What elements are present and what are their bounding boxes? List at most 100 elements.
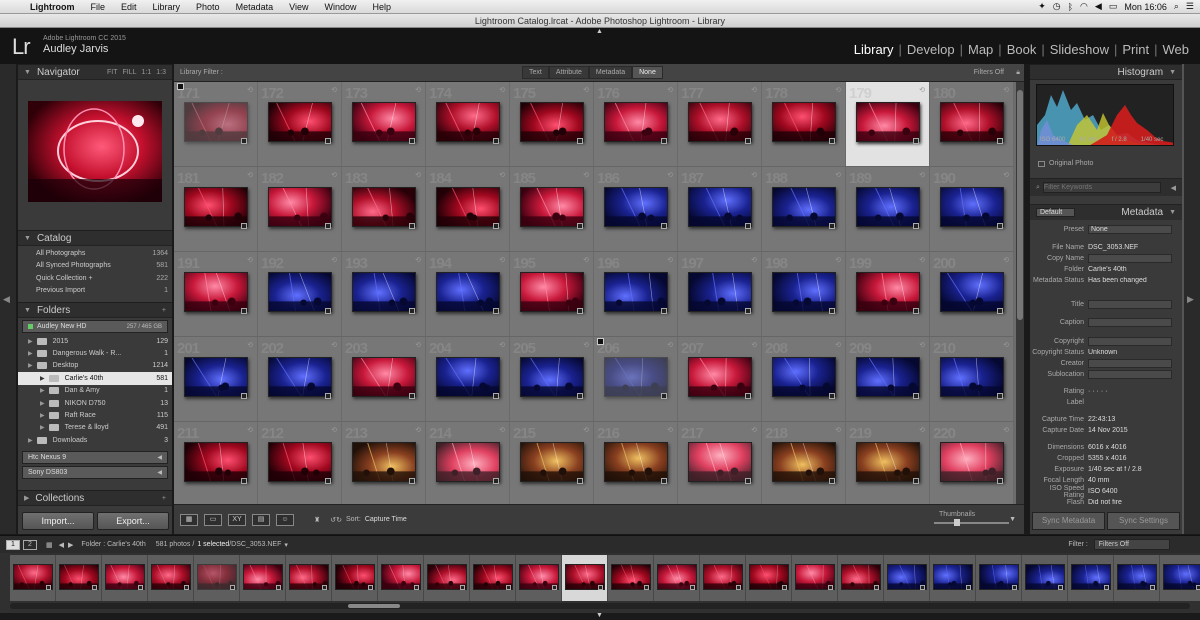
wifi-icon[interactable]: ◠: [1080, 1, 1088, 12]
rotate-badge-icon[interactable]: ⟲: [835, 426, 841, 434]
filmstrip-cell[interactable]: [1022, 555, 1068, 601]
edit-badge-icon[interactable]: [745, 308, 751, 314]
edit-badge-icon[interactable]: [661, 393, 667, 399]
survey-view-icon[interactable]: ▤: [252, 513, 270, 526]
navigator-preview[interactable]: [28, 101, 162, 202]
grid-cell[interactable]: 175 ⟲: [510, 82, 594, 167]
edit-badge-icon[interactable]: [325, 393, 331, 399]
rotate-badge-icon[interactable]: ⟲: [499, 86, 505, 94]
grid-cell[interactable]: 207 ⟲: [678, 337, 762, 422]
monitor-2-button[interactable]: 2: [23, 539, 37, 550]
filmstrip-cell[interactable]: [332, 555, 378, 601]
rotate-badge-icon[interactable]: ⟲: [1003, 171, 1009, 179]
rotate-badge-icon[interactable]: ⟲: [499, 171, 505, 179]
rotate-badge-icon[interactable]: ⟲: [1003, 256, 1009, 264]
folder-disclosure-icon[interactable]: ▶: [40, 387, 45, 394]
edit-badge-icon[interactable]: [493, 223, 499, 229]
filter-attribute[interactable]: Attribute: [548, 66, 589, 79]
photo-thumbnail[interactable]: [772, 272, 836, 312]
folder-disclosure-icon[interactable]: ▶: [28, 362, 33, 369]
drive-audley[interactable]: Audley New HD 257 / 465 GB: [22, 320, 168, 333]
edit-badge-icon[interactable]: [661, 223, 667, 229]
rotate-badge-icon[interactable]: ⟲: [667, 426, 673, 434]
rotate-badge-icon[interactable]: ⟲: [751, 341, 757, 349]
rotate-badge-icon[interactable]: ⟲: [499, 341, 505, 349]
filter-lock-icon[interactable]: 🔒︎: [1016, 69, 1020, 77]
rotate-badge-icon[interactable]: ⟲: [331, 256, 337, 264]
photo-thumbnail[interactable]: [604, 272, 668, 312]
rotate-badge-icon[interactable]: ⟲: [751, 426, 757, 434]
edit-badge-icon[interactable]: [409, 138, 415, 144]
rotate-badge-icon[interactable]: ⟲: [835, 171, 841, 179]
photo-thumbnail[interactable]: [604, 187, 668, 227]
grid-cell[interactable]: 178 ⟲: [762, 82, 846, 167]
grid-scrollbar[interactable]: [1016, 82, 1024, 504]
left-panel-toggle-icon[interactable]: ◀: [3, 294, 10, 305]
photo-thumbnail[interactable]: [688, 102, 752, 142]
grid-cell[interactable]: 173 ⟲: [342, 82, 426, 167]
menu-app[interactable]: Lightroom: [22, 2, 83, 12]
rotate-badge-icon[interactable]: ⟲: [583, 171, 589, 179]
filmstrip-cell[interactable]: [470, 555, 516, 601]
keyword-disclosure-icon[interactable]: ◀: [1171, 184, 1176, 192]
filmstrip-scrollbar[interactable]: [10, 603, 1190, 609]
edit-badge-icon[interactable]: [745, 393, 751, 399]
metadata-disclosure-icon[interactable]: ▼: [1169, 209, 1176, 216]
grid-cell[interactable]: 197 ⟲: [678, 252, 762, 337]
meta-value[interactable]: [1088, 300, 1172, 309]
menu-view[interactable]: View: [281, 2, 316, 12]
grid-cell[interactable]: 191 ⟲: [174, 252, 258, 337]
filmstrip-cell[interactable]: [194, 555, 240, 601]
photo-thumbnail[interactable]: [856, 102, 920, 142]
photo-thumbnail[interactable]: [268, 102, 332, 142]
rotate-badge-icon[interactable]: ⟲: [835, 256, 841, 264]
metadata-preset-dropdown[interactable]: Default: [1036, 208, 1076, 217]
edit-badge-icon[interactable]: [325, 223, 331, 229]
edit-badge-icon[interactable]: [997, 223, 1003, 229]
filmstrip-cell[interactable]: [838, 555, 884, 601]
histogram-disclosure-icon[interactable]: ▼: [1169, 69, 1176, 76]
rotate-badge-icon[interactable]: ⟲: [1003, 426, 1009, 434]
rotate-badge-icon[interactable]: ⟲: [919, 341, 925, 349]
rotate-badge-icon[interactable]: ⟲: [247, 256, 253, 264]
filmstrip-cell[interactable]: [746, 555, 792, 601]
device-sony[interactable]: Sony DS803 ◀: [22, 465, 168, 479]
add-folder-icon[interactable]: +: [162, 307, 166, 314]
rotate-badge-icon[interactable]: ⟲: [331, 426, 337, 434]
grid-cell[interactable]: 181 ⟲: [174, 167, 258, 252]
grid-cell[interactable]: 208 ⟲: [762, 337, 846, 422]
filmstrip-thumbnail[interactable]: [1163, 564, 1200, 590]
compare-view-icon[interactable]: XY: [228, 513, 246, 526]
rotate-badge-icon[interactable]: ⟲: [415, 86, 421, 94]
right-panel-scrollbar[interactable]: [1182, 64, 1184, 534]
grid-cell[interactable]: 205 ⟲: [510, 337, 594, 422]
zoom-fill[interactable]: FILL: [123, 69, 137, 76]
grid-cell[interactable]: 189 ⟲: [846, 167, 930, 252]
catalog-disclosure-icon[interactable]: ▼: [24, 235, 31, 242]
edit-badge-icon[interactable]: [493, 478, 499, 484]
filmstrip-cell[interactable]: [1160, 555, 1200, 601]
folder-item[interactable]: ▶ Raft Race 115: [18, 409, 172, 421]
folder-item[interactable]: ▶ Dangerous Walk - R... 1: [18, 347, 172, 359]
notification-icon[interactable]: ☰: [1186, 1, 1194, 12]
edit-badge-icon[interactable]: [577, 308, 583, 314]
photo-thumbnail[interactable]: [856, 187, 920, 227]
folder-item[interactable]: ▶ NIKON D750 13: [18, 397, 172, 409]
folder-disclosure-icon[interactable]: ▶: [40, 400, 45, 407]
export-button[interactable]: Export...: [97, 512, 169, 530]
photo-thumbnail[interactable]: [940, 442, 1004, 482]
folder-disclosure-icon[interactable]: ▶: [40, 375, 45, 382]
meta-value[interactable]: [1088, 359, 1172, 368]
rotate-badge-icon[interactable]: ⟲: [835, 86, 841, 94]
top-panel-toggle-icon[interactable]: ▲: [596, 28, 603, 35]
folders-disclosure-icon[interactable]: ▼: [24, 307, 31, 314]
filmstrip-cell[interactable]: [148, 555, 194, 601]
time-machine-icon[interactable]: ◷: [1053, 1, 1061, 12]
photo-thumbnail[interactable]: [772, 357, 836, 397]
edit-badge-icon[interactable]: [829, 478, 835, 484]
edit-badge-icon[interactable]: [493, 393, 499, 399]
filmstrip-cell[interactable]: [608, 555, 654, 601]
device-htc[interactable]: Htc Nexus 9 ◀: [22, 450, 168, 464]
folder-item[interactable]: ▶ Carlie's 40th 581: [18, 372, 172, 385]
rotate-badge-icon[interactable]: ⟲: [583, 86, 589, 94]
